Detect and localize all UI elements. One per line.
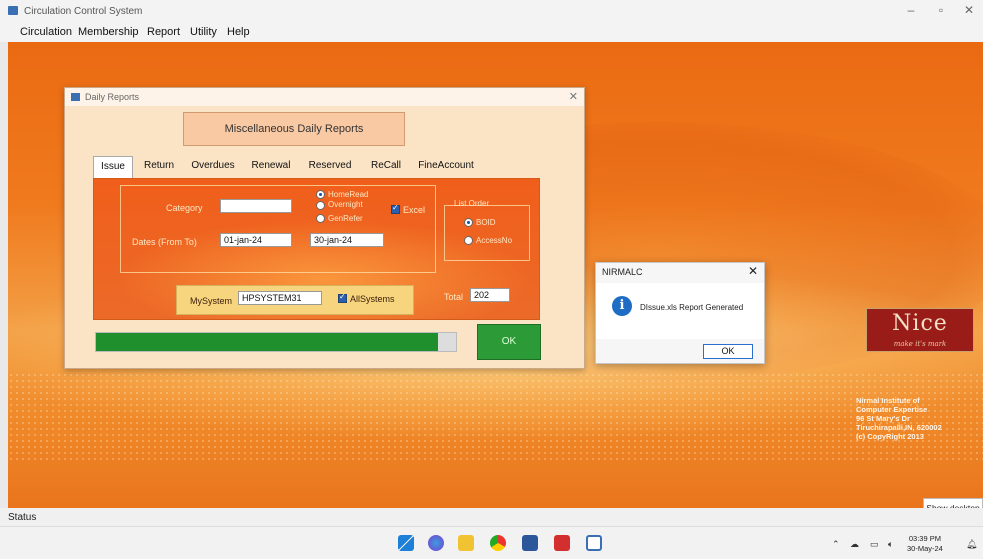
credits-line: Computer Expertise (856, 405, 928, 414)
list-order-label: List Order (454, 199, 490, 208)
mysystem-label: MySystem (190, 296, 233, 306)
word-icon[interactable] (522, 535, 538, 551)
dialog-close-icon[interactable]: ✕ (569, 90, 578, 103)
app-icon (8, 6, 18, 15)
messagebox-close-icon[interactable]: ✕ (748, 264, 758, 278)
boid-label: BOID (476, 218, 496, 227)
info-icon: i (612, 296, 632, 316)
widgets-icon[interactable] (428, 535, 444, 551)
tab-return[interactable]: Return (137, 156, 181, 178)
total-value: 202 (470, 288, 510, 302)
tab-recall[interactable]: ReCall (363, 156, 409, 178)
ok-button[interactable]: OK (477, 324, 541, 360)
allsystems-label: AllSystems (350, 294, 395, 304)
menu-report[interactable]: Report (147, 26, 180, 38)
overnight-label: Overnight (328, 200, 363, 209)
list-order-group (444, 205, 530, 261)
chevron-up-icon[interactable]: ⌃ (832, 539, 840, 550)
taskbar: ⌃ ☁ ▭ 🔈︎ 03:39 PM 30-May-24 🔔︎ (0, 526, 983, 559)
close-icon[interactable]: ✕ (960, 3, 978, 17)
notification-bell-icon[interactable]: 🔔︎ (966, 539, 977, 550)
menu-utility[interactable]: Utility (190, 26, 217, 38)
minimize-icon[interactable]: – (902, 3, 920, 17)
menu-help[interactable]: Help (227, 26, 250, 38)
credits-line: 96 St Mary's Dr (856, 414, 910, 423)
homeread-radio[interactable] (316, 190, 325, 199)
tab-fineaccount[interactable]: FineAccount (411, 156, 481, 178)
chrome-icon[interactable] (490, 535, 506, 551)
tab-overdues[interactable]: Overdues (185, 156, 241, 178)
overnight-radio[interactable] (316, 201, 325, 210)
menu-circulation[interactable]: Circulation (20, 26, 72, 38)
report-generated-messagebox: NIRMALC ✕ i DIssue.xls Report Generated … (595, 262, 765, 364)
dialog-title: Daily Reports (85, 92, 140, 102)
nice-logo: Nice make it's mark (866, 308, 974, 352)
date-from-input[interactable]: 01-jan-24 (220, 233, 292, 247)
start-icon[interactable] (398, 535, 414, 551)
category-input[interactable] (220, 199, 292, 213)
credits-line: Tiruchirapalli,IN, 620002 (856, 423, 942, 432)
tab-renewal[interactable]: Renewal (245, 156, 297, 178)
status-bar: Status (0, 508, 983, 526)
app-titlebar: Circulation Control System – ▫ ✕ (0, 0, 983, 22)
system-clock[interactable]: 03:39 PM 30-May-24 (907, 534, 943, 554)
excel-label: Excel (403, 205, 426, 215)
logo-tagline: make it's mark (893, 340, 947, 348)
dialog-titlebar: Daily Reports ✕ (65, 88, 584, 106)
logo-name: Nice (892, 311, 948, 336)
maximize-icon[interactable]: ▫ (932, 3, 950, 17)
total-label: Total (444, 292, 464, 302)
mysystem-input[interactable]: HPSYSTEM31 (238, 291, 322, 305)
app-window-icon[interactable] (586, 535, 602, 551)
cloud-icon[interactable]: ☁ (850, 539, 859, 550)
genrefer-label: GenRefer (328, 214, 363, 223)
menu-bar: Circulation Membership Report Utility He… (0, 22, 983, 42)
tab-issue[interactable]: Issue (93, 156, 133, 178)
clock-time: 03:39 PM (908, 534, 941, 543)
tab-reserved[interactable]: Reserved (301, 156, 359, 178)
volume-icon[interactable]: 🔈︎ (888, 539, 893, 550)
daily-reports-dialog: Daily Reports ✕ Miscellaneous Daily Repo… (64, 87, 585, 369)
credits-line: (c) CopyRight 2013 (856, 432, 924, 441)
institute-credits: Nirmal Institute of Computer Expertise 9… (856, 396, 983, 441)
messagebox-title: NIRMALC (602, 267, 643, 277)
messagebox-ok-button[interactable]: OK (703, 344, 753, 359)
excel-checkbox[interactable] (391, 203, 400, 214)
dialog-heading: Miscellaneous Daily Reports (183, 112, 405, 146)
issue-tab-panel: Category Dates (From To) 01-jan-24 30-ja… (93, 178, 540, 320)
homeread-label: HomeRead (328, 190, 369, 199)
accessno-label: AccessNo (476, 236, 513, 245)
status-text: Status (8, 512, 37, 523)
file-explorer-icon[interactable] (458, 535, 474, 551)
boid-radio[interactable] (464, 218, 473, 227)
category-label: Category (166, 203, 203, 213)
clock-date: 30-May-24 (907, 544, 943, 553)
allsystems-checkbox[interactable] (338, 292, 347, 303)
accessno-radio[interactable] (464, 236, 473, 245)
network-icon[interactable]: ▭ (870, 539, 879, 550)
dialog-app-icon (71, 93, 80, 101)
dates-label: Dates (From To) (132, 237, 197, 247)
menu-membership[interactable]: Membership (78, 26, 139, 38)
messagebox-text: DIssue.xls Report Generated (640, 303, 744, 312)
report-progress-bar (95, 332, 457, 352)
app-title: Circulation Control System (24, 6, 143, 17)
genrefer-radio[interactable] (316, 214, 325, 223)
progress-fill (96, 333, 438, 351)
acrobat-icon[interactable] (554, 535, 570, 551)
credits-line: Nirmal Institute of (856, 396, 920, 405)
date-to-input[interactable]: 30-jan-24 (310, 233, 384, 247)
